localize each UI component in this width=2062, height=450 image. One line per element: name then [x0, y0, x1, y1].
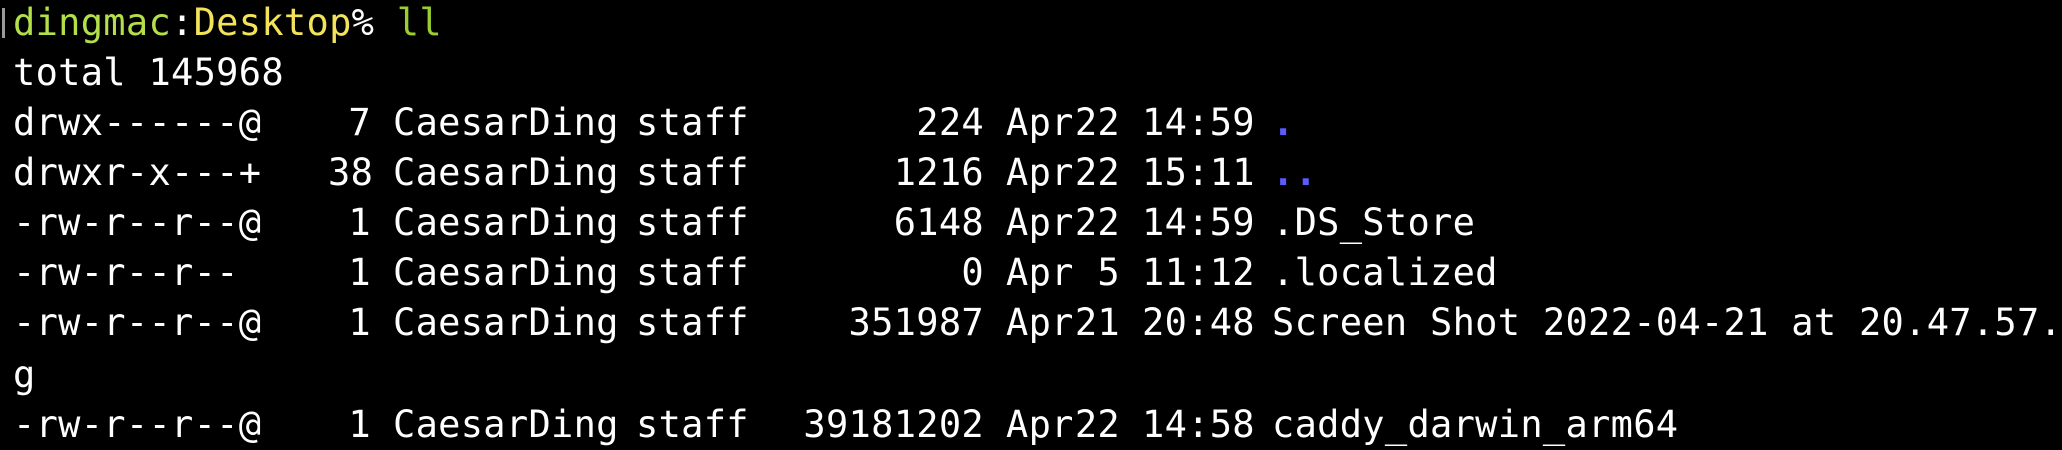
owner: CaesarDing	[393, 301, 619, 344]
time: 15:11	[1142, 151, 1255, 194]
month: Apr	[1006, 403, 1074, 446]
day: 22	[1074, 201, 1120, 244]
list-item: -rw-r--r--@ 1 CaesarDing staff 39181202 Apr22…	[13, 400, 1678, 450]
day: 22	[1074, 403, 1120, 446]
terminal-window[interactable]: dingmac:Desktop% ll total 145968 drwx---…	[0, 0, 2062, 450]
link-count: 1	[348, 403, 371, 446]
permissions: -rw-r--r--	[13, 251, 239, 294]
permissions: drwx------@	[13, 101, 262, 144]
list-item: -rw-r--r-- 1 CaesarDing staff 0 Apr 5 11:12 .loc…	[13, 248, 1498, 298]
total-line: total 145968	[13, 51, 284, 94]
list-item: drwx------@ 7 CaesarDing staff 224 Apr22 14:59…	[13, 98, 1295, 148]
time: 14:58	[1142, 403, 1255, 446]
cursor-edge-marker	[2, 8, 5, 38]
prompt-command: ll	[396, 1, 442, 44]
file-size: 224	[916, 101, 984, 144]
group: staff	[636, 251, 749, 294]
owner: CaesarDing	[393, 101, 619, 144]
group: staff	[636, 101, 749, 144]
prompt-symbol: %	[351, 1, 375, 44]
prompt-line: dingmac:Desktop% ll	[13, 0, 442, 48]
file-name: .DS_Store	[1272, 201, 1476, 244]
owner: CaesarDing	[393, 201, 619, 244]
owner: CaesarDing	[393, 403, 619, 446]
wrapped-filename-continuation: g	[13, 353, 36, 396]
link-count: 1	[348, 301, 371, 344]
day: 22	[1074, 151, 1120, 194]
permissions: -rw-r--r--@	[13, 201, 262, 244]
group: staff	[636, 403, 749, 446]
file-size: 39181202	[803, 403, 984, 446]
link-count: 38	[328, 151, 374, 194]
time: 14:59	[1142, 101, 1255, 144]
file-size: 351987	[848, 301, 984, 344]
directory-name: ..	[1272, 151, 1318, 194]
file-name: Screen Shot 2022-04-21 at 20.47.57.pn	[1272, 301, 2062, 344]
time: 11:12	[1142, 251, 1255, 294]
time: 14:59	[1142, 201, 1255, 244]
prompt-cwd: Desktop	[193, 1, 352, 44]
group: staff	[636, 201, 749, 244]
day: 5	[1097, 251, 1120, 294]
permissions: -rw-r--r--@	[13, 403, 262, 446]
link-count: 1	[348, 251, 371, 294]
prompt-separator: :	[171, 1, 194, 44]
directory-name: .	[1272, 101, 1295, 144]
file-name: .localized	[1272, 251, 1498, 294]
list-item: -rw-r--r--@ 1 CaesarDing staff 351987 Apr21 20…	[13, 298, 2062, 348]
file-name: caddy_darwin_arm64	[1272, 403, 1679, 446]
group: staff	[636, 301, 749, 344]
day: 22	[1074, 101, 1120, 144]
link-count: 7	[348, 101, 371, 144]
file-size: 0	[961, 251, 984, 294]
prompt-user: dingmac	[13, 1, 172, 44]
month: Apr	[1006, 251, 1074, 294]
permissions: drwxr-x---+	[13, 151, 262, 194]
file-size: 6148	[893, 201, 984, 244]
month: Apr	[1006, 301, 1074, 344]
list-item: -rw-r--r--@ 1 CaesarDing staff 6148 Apr22 14:5…	[13, 198, 1475, 248]
month: Apr	[1006, 101, 1074, 144]
list-item: drwxr-x---+ 38 CaesarDing staff 1216 Apr22 15:…	[13, 148, 1317, 198]
month: Apr	[1006, 201, 1074, 244]
group: staff	[636, 151, 749, 194]
permissions: -rw-r--r--@	[13, 301, 262, 344]
month: Apr	[1006, 151, 1074, 194]
time: 20:48	[1142, 301, 1255, 344]
link-count: 1	[348, 201, 371, 244]
file-size: 1216	[893, 151, 984, 194]
day: 21	[1074, 301, 1120, 344]
owner: CaesarDing	[393, 251, 619, 294]
owner: CaesarDing	[393, 151, 619, 194]
